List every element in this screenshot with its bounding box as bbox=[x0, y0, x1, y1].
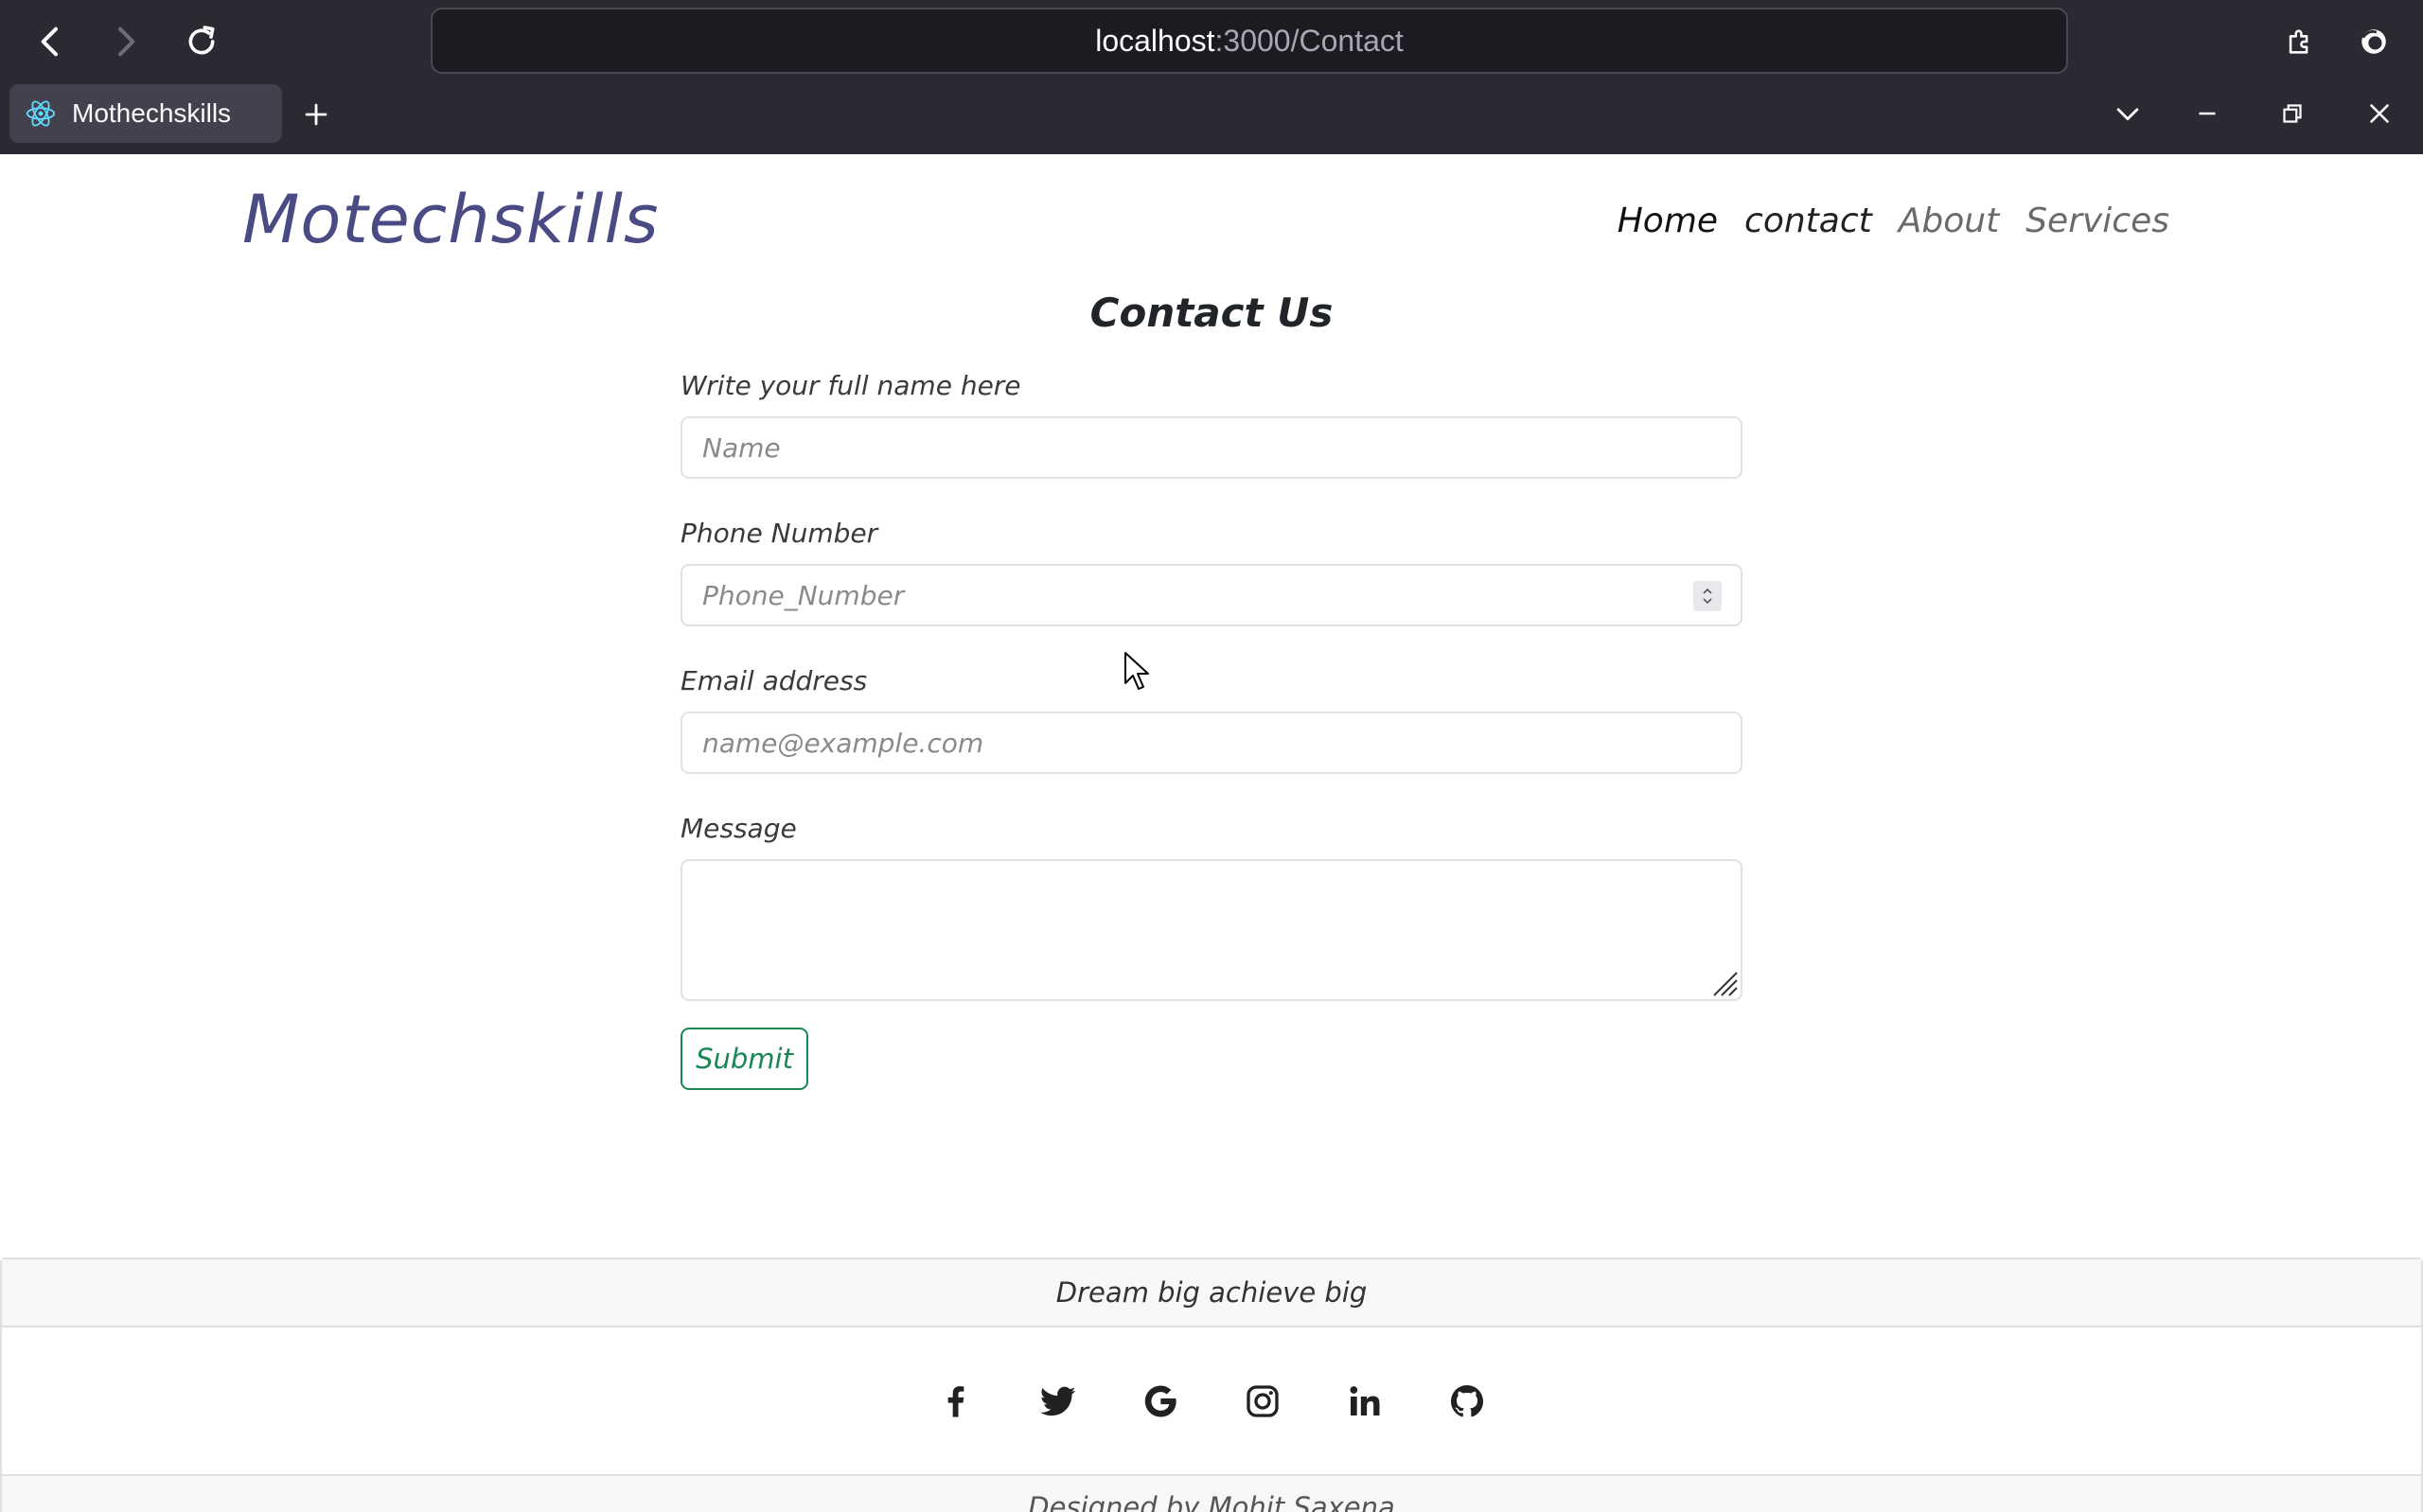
minimize-button[interactable] bbox=[2188, 95, 2226, 132]
nav-link-about[interactable]: About bbox=[1899, 202, 1999, 240]
email-input[interactable]: name@example.com bbox=[681, 712, 1742, 774]
instagram-link[interactable] bbox=[1240, 1379, 1285, 1424]
footer-credit: Designed by Mohit Saxena bbox=[2, 1474, 2421, 1512]
twitter-link[interactable] bbox=[1035, 1379, 1081, 1424]
name-placeholder: Name bbox=[702, 431, 781, 464]
restore-icon bbox=[2283, 104, 2302, 123]
linkedin-icon bbox=[1350, 1385, 1380, 1415]
firefox-account-icon bbox=[2361, 29, 2386, 54]
restore-button[interactable] bbox=[2273, 95, 2311, 132]
browser-chrome: localhost:3000/Contact Mothechskills bbox=[0, 0, 2423, 154]
chevron-down-icon bbox=[2116, 108, 2139, 121]
google-icon bbox=[1144, 1385, 1176, 1416]
url-path: :3000/Contact bbox=[1214, 23, 1404, 58]
close-window-button[interactable] bbox=[2361, 95, 2398, 132]
reload-icon bbox=[188, 26, 215, 55]
site-footer: Dream big achieve big Designed by Mohit … bbox=[0, 1257, 2423, 1512]
brand-logo[interactable]: Motechskills bbox=[242, 181, 659, 258]
github-icon bbox=[1451, 1384, 1483, 1416]
close-icon bbox=[2370, 104, 2389, 123]
instagram-icon bbox=[1247, 1384, 1279, 1417]
social-links bbox=[2, 1327, 2421, 1474]
back-button[interactable] bbox=[25, 15, 78, 68]
phone-input[interactable]: Phone_Number bbox=[681, 564, 1742, 626]
forward-arrow-icon bbox=[118, 26, 135, 57]
github-link[interactable] bbox=[1444, 1379, 1490, 1424]
spinner-arrows-icon bbox=[1703, 588, 1712, 605]
name-label: Write your full name here bbox=[681, 370, 1021, 401]
puzzle-icon bbox=[2289, 29, 2308, 54]
url-host: localhost bbox=[1095, 23, 1215, 58]
resize-grip-icon[interactable] bbox=[1708, 967, 1739, 997]
facebook-icon bbox=[947, 1385, 964, 1417]
reload-button[interactable] bbox=[175, 15, 228, 68]
facebook-link[interactable] bbox=[933, 1379, 979, 1424]
linkedin-link[interactable] bbox=[1342, 1379, 1388, 1424]
google-link[interactable] bbox=[1138, 1379, 1183, 1424]
contact-form: Write your full name here Name Phone Num… bbox=[681, 367, 1742, 1090]
twitter-icon bbox=[1040, 1386, 1076, 1415]
react-icon bbox=[26, 100, 56, 127]
extensions-button[interactable] bbox=[2277, 19, 2323, 64]
number-spinner[interactable] bbox=[1693, 581, 1722, 611]
nav-link-home[interactable]: Home bbox=[1618, 202, 1718, 240]
tab-list-button[interactable] bbox=[2109, 95, 2147, 132]
phone-label: Phone Number bbox=[681, 518, 878, 549]
plus-icon bbox=[305, 103, 327, 126]
name-input[interactable]: Name bbox=[681, 416, 1742, 479]
page-title: Contact Us bbox=[1089, 290, 1334, 336]
message-textarea[interactable] bbox=[681, 859, 1742, 1001]
tab-active[interactable]: Mothechskills bbox=[9, 84, 282, 143]
email-placeholder: name@example.com bbox=[702, 727, 984, 759]
tab-title: Mothechskills bbox=[72, 98, 232, 128]
new-tab-button[interactable] bbox=[299, 93, 333, 136]
main-nav: Home contact About Services bbox=[1618, 202, 2169, 240]
forward-button[interactable] bbox=[98, 15, 151, 68]
mouse-cursor-icon bbox=[1124, 652, 1149, 690]
nav-link-contact[interactable]: contact bbox=[1744, 202, 1872, 240]
account-button[interactable] bbox=[2351, 19, 2396, 64]
page-content: Motechskills Home contact About Services… bbox=[0, 154, 2423, 1512]
nav-link-services[interactable]: Services bbox=[2025, 202, 2169, 240]
address-bar[interactable]: localhost:3000/Contact bbox=[431, 8, 2068, 74]
minimize-icon bbox=[2199, 112, 2216, 115]
footer-tagline: Dream big achieve big bbox=[2, 1259, 2421, 1327]
back-arrow-icon bbox=[41, 26, 58, 57]
phone-placeholder: Phone_Number bbox=[702, 579, 905, 611]
message-label: Message bbox=[681, 813, 797, 844]
submit-button[interactable]: Submit bbox=[681, 1028, 808, 1090]
email-label: Email address bbox=[681, 665, 868, 696]
